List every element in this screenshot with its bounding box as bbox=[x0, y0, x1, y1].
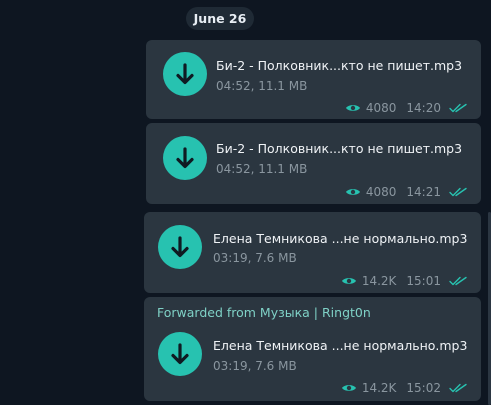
file-meta: 03:19, 7.6 MB bbox=[213, 251, 297, 265]
view-count: 14.2K bbox=[361, 274, 397, 288]
message-bubble[interactable]: Елена Темникова ...не нормально.mp3 03:1… bbox=[144, 212, 481, 293]
download-arrow-icon bbox=[171, 236, 189, 258]
download-button[interactable] bbox=[158, 332, 202, 376]
download-arrow-icon bbox=[176, 63, 194, 85]
message-time: 14:20 bbox=[406, 101, 441, 115]
download-button[interactable] bbox=[163, 136, 207, 180]
view-count: 4080 bbox=[365, 101, 397, 115]
file-meta: 04:52, 11.1 MB bbox=[216, 79, 308, 93]
file-name: Би-2 - Полковник...кто не пишет.mp3 bbox=[216, 58, 463, 73]
forwarded-from-label[interactable]: Forwarded from Музыка | Ringt0n bbox=[157, 305, 371, 320]
message-bubble[interactable]: Forwarded from Музыка | Ringt0n Елена Те… bbox=[144, 297, 481, 401]
message-bubble[interactable]: Би-2 - Полковник...кто не пишет.mp3 04:5… bbox=[146, 123, 481, 204]
message-time: 15:02 bbox=[406, 381, 441, 395]
file-name: Елена Темникова ...не нормально.mp3 bbox=[213, 338, 468, 353]
double-check-icon bbox=[449, 383, 467, 393]
download-button[interactable] bbox=[158, 225, 202, 269]
date-separator: June 26 bbox=[186, 7, 254, 30]
download-button[interactable] bbox=[163, 52, 207, 96]
file-meta: 04:52, 11.1 MB bbox=[216, 162, 308, 176]
message-time: 15:01 bbox=[406, 274, 441, 288]
eye-icon bbox=[345, 105, 360, 111]
double-check-icon bbox=[449, 103, 467, 113]
view-count: 14.2K bbox=[361, 381, 397, 395]
message-footer: 14.2K 15:02 bbox=[341, 380, 467, 396]
message-time: 14:21 bbox=[406, 185, 441, 199]
message-footer: 4080 14:21 bbox=[345, 184, 467, 200]
eye-icon bbox=[341, 385, 356, 391]
message-footer: 4080 14:20 bbox=[345, 100, 467, 116]
double-check-icon bbox=[449, 187, 467, 197]
message-footer: 14.2K 15:01 bbox=[341, 273, 467, 289]
eye-icon bbox=[341, 278, 356, 284]
view-count: 4080 bbox=[365, 185, 397, 199]
message-bubble[interactable]: Би-2 - Полковник...кто не пишет.mp3 04:5… bbox=[146, 40, 481, 119]
download-arrow-icon bbox=[176, 147, 194, 169]
double-check-icon bbox=[449, 276, 467, 286]
file-name: Би-2 - Полковник...кто не пишет.mp3 bbox=[216, 141, 463, 156]
file-name: Елена Темникова ...не нормально.mp3 bbox=[213, 231, 468, 246]
file-meta: 03:19, 7.6 MB bbox=[213, 359, 297, 373]
eye-icon bbox=[345, 189, 360, 195]
download-arrow-icon bbox=[171, 343, 189, 365]
